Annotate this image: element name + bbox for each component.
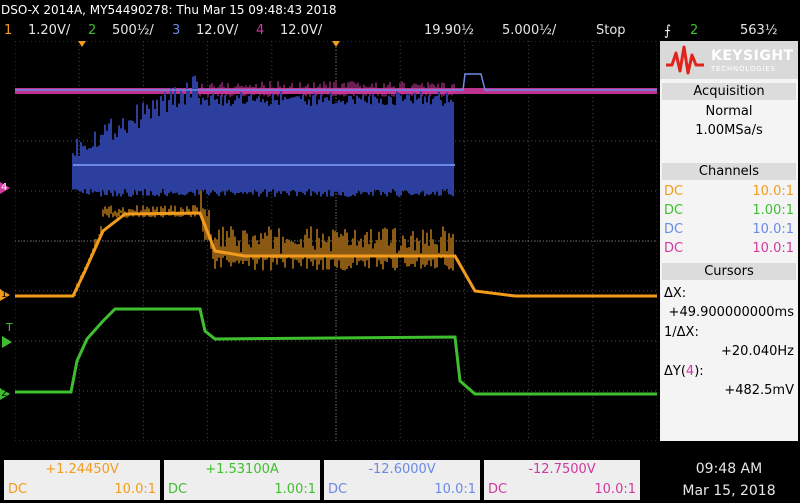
channel-probe: 1.00:1: [752, 203, 794, 218]
ch2-readout-probe: 1.00:1: [274, 482, 316, 497]
ch3-readout-probe: 10.0:1: [434, 482, 476, 497]
channel-row-1[interactable]: DC 10.0:1: [664, 182, 794, 201]
delta-x-value: +49.900000000ms: [668, 305, 794, 320]
ch4-readout-value: -12.7500V: [528, 462, 596, 477]
right-info-panel: KEYSIGHT TECHNOLOGIES Acquisition Normal…: [660, 41, 798, 441]
waveform-display[interactable]: [14, 40, 658, 442]
cursors-header[interactable]: Cursors: [662, 263, 796, 280]
ch1-readout-coupling: DC: [8, 482, 28, 497]
ch1-number[interactable]: 1: [4, 21, 12, 41]
delta-x-label: ΔX:: [664, 286, 687, 301]
ch2-readout-value: +1.53100A: [205, 462, 279, 477]
ch1-scale[interactable]: 1.20V/: [28, 21, 70, 41]
ch1-ripple: [74, 190, 454, 297]
trigger-falling-edge-icon[interactable]: ⨍: [664, 21, 671, 41]
ch4-marker-label: 4: [1, 182, 8, 193]
inverse-delta-x-label: 1/ΔX:: [664, 325, 699, 340]
ch2-number[interactable]: 2: [88, 21, 96, 41]
ch1-readout-probe: 10.0:1: [114, 482, 156, 497]
keysight-wave-icon: [666, 45, 704, 75]
ch1-marker-label: 1: [1, 289, 8, 300]
channel-readout-bar: +1.24450V DC 10.0:1 +1.53100A DC 1.00:1 …: [0, 459, 800, 503]
timebase[interactable]: 5.000½/: [502, 21, 556, 41]
trigger-position-marker: [78, 41, 86, 47]
ch2-readout[interactable]: +1.53100A DC 1.00:1: [164, 460, 320, 500]
channel-row-2[interactable]: DC 1.00:1: [664, 201, 794, 220]
brand-logo: KEYSIGHT TECHNOLOGIES: [660, 41, 798, 79]
channel-probe: 10.0:1: [752, 241, 794, 256]
ch1-ground-marker[interactable]: 1: [0, 287, 16, 303]
channel-probe: 10.0:1: [752, 222, 794, 237]
channel-row-3[interactable]: DC 10.0:1: [664, 220, 794, 239]
delta-y-channel: 4: [685, 364, 695, 379]
channels-header[interactable]: Channels: [662, 163, 796, 180]
ch3-readout-coupling: DC: [328, 482, 348, 497]
ch1-readout-value: +1.24450V: [45, 462, 119, 477]
inverse-delta-x-value: +20.040Hz: [721, 344, 794, 359]
delta-y-value: +482.5mV: [724, 383, 794, 398]
ch1-readout[interactable]: +1.24450V DC 10.0:1: [4, 460, 160, 500]
ch2-ground-marker[interactable]: 2: [0, 386, 16, 402]
channel-coupling: DC: [664, 184, 684, 199]
channel-coupling: DC: [664, 241, 684, 256]
channel-probe: 10.0:1: [752, 184, 794, 199]
waveform-canvas[interactable]: [14, 40, 658, 442]
channel-coupling: DC: [664, 203, 684, 218]
ch4-readout-probe: 10.0:1: [594, 482, 636, 497]
ch4-number[interactable]: 4: [256, 21, 264, 41]
clock-time: 09:48 AM: [695, 461, 763, 477]
brand-subtitle: TECHNOLOGIES: [711, 65, 776, 73]
horizontal-delay[interactable]: 19.90½: [424, 21, 474, 41]
center-time-marker: [332, 41, 340, 47]
scope-title: DSO-X 2014A, MY54490278: Thu Mar 15 09:4…: [1, 3, 337, 17]
run-state[interactable]: Stop: [596, 21, 626, 41]
title-bar: DSO-X 2014A, MY54490278: Thu Mar 15 09:4…: [0, 0, 800, 20]
sample-rate: 1.00MSa/s: [695, 123, 763, 138]
acquisition-header[interactable]: Acquisition: [662, 83, 796, 100]
trigger-source[interactable]: 2: [690, 21, 698, 41]
ch3-readout[interactable]: -12.6000V DC 10.0:1: [324, 460, 480, 500]
ch4-readout[interactable]: -12.7500V DC 10.0:1: [484, 460, 640, 500]
channel-coupling: DC: [664, 222, 684, 237]
ch4-readout-coupling: DC: [488, 482, 508, 497]
acquisition-mode: Normal: [705, 104, 753, 119]
trigger-level-marker[interactable]: T: [0, 322, 16, 350]
status-bar: 1 1.20V/ 2 500½/ 3 12.0V/ 4 12.0V/ 19.90…: [0, 21, 800, 41]
trigger-level[interactable]: 563½: [740, 21, 777, 41]
ch2-readout-coupling: DC: [168, 482, 188, 497]
delta-y-suffix: ):: [694, 364, 704, 379]
ch4-scale[interactable]: 12.0V/: [280, 21, 322, 41]
ch3-number[interactable]: 3: [172, 21, 180, 41]
ch4-ground-marker[interactable]: 4: [0, 180, 16, 196]
brand-name: KEYSIGHT: [711, 48, 794, 64]
trigger-marker-label: T: [6, 321, 13, 334]
ch3-scale[interactable]: 12.0V/: [196, 21, 238, 41]
delta-y-label: ΔY(4):: [664, 362, 794, 381]
ch2-scale[interactable]: 500½/: [112, 21, 154, 41]
clock-date: Mar 15, 2018: [682, 483, 776, 499]
delta-y-prefix: ΔY(: [664, 364, 686, 379]
ch2-marker-label: 2: [1, 388, 8, 399]
ch3-readout-value: -12.6000V: [368, 462, 436, 477]
channel-row-4[interactable]: DC 10.0:1: [664, 239, 794, 258]
